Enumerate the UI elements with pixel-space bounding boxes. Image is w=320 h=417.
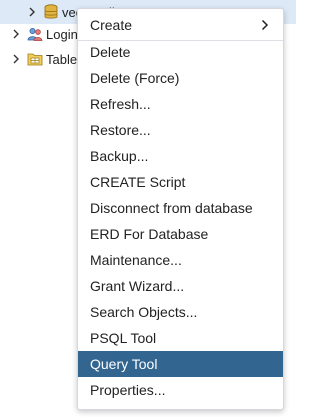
chevron-right-icon[interactable] bbox=[27, 7, 37, 17]
menu-item-label: Refresh... bbox=[90, 96, 151, 112]
menu-item-disconnect[interactable]: Disconnect from database bbox=[78, 195, 283, 221]
chevron-right-icon bbox=[261, 19, 269, 31]
menu-item-label: Query Tool bbox=[90, 356, 158, 372]
menu-item-refresh[interactable]: Refresh... bbox=[78, 91, 283, 117]
menu-item-label: Properties... bbox=[90, 382, 166, 398]
menu-item-backup[interactable]: Backup... bbox=[78, 143, 283, 169]
menu-item-label: PSQL Tool bbox=[90, 330, 157, 346]
menu-item-label: Search Objects... bbox=[90, 304, 198, 320]
menu-item-search-objects[interactable]: Search Objects... bbox=[78, 299, 283, 325]
menu-item-label: Disconnect from database bbox=[90, 200, 253, 216]
menu-item-label: Delete (Force) bbox=[90, 70, 180, 86]
menu-item-properties[interactable]: Properties... bbox=[78, 377, 283, 403]
menu-item-delete-force[interactable]: Delete (Force) bbox=[78, 65, 283, 91]
menu-item-psql-tool[interactable]: PSQL Tool bbox=[78, 325, 283, 351]
menu-item-restore[interactable]: Restore... bbox=[78, 117, 283, 143]
menu-item-query-tool[interactable]: Query Tool bbox=[78, 351, 283, 377]
menu-item-create-script[interactable]: CREATE Script bbox=[78, 169, 283, 195]
menu-item-create[interactable]: Create bbox=[78, 12, 283, 38]
tablespaces-icon bbox=[27, 51, 43, 67]
roles-icon bbox=[27, 26, 43, 42]
database-icon bbox=[43, 4, 59, 20]
menu-item-erd[interactable]: ERD For Database bbox=[78, 221, 283, 247]
menu-item-delete[interactable]: Delete bbox=[78, 39, 283, 65]
chevron-right-icon[interactable] bbox=[11, 54, 21, 64]
menu-item-label: Create bbox=[90, 17, 133, 33]
menu-item-label: Backup... bbox=[90, 148, 149, 164]
chevron-right-icon[interactable] bbox=[11, 29, 21, 39]
menu-item-label: Maintenance... bbox=[90, 252, 182, 268]
menu-item-label: Restore... bbox=[90, 122, 151, 138]
menu-item-label: ERD For Database bbox=[90, 226, 209, 242]
context-menu: Create Delete Delete (Force) Refresh... … bbox=[77, 8, 284, 410]
menu-item-label: Grant Wizard... bbox=[90, 278, 185, 294]
menu-item-label: Delete bbox=[90, 44, 131, 60]
menu-item-label: CREATE Script bbox=[90, 174, 186, 190]
menu-item-grant-wizard[interactable]: Grant Wizard... bbox=[78, 273, 283, 299]
menu-item-maintenance[interactable]: Maintenance... bbox=[78, 247, 283, 273]
